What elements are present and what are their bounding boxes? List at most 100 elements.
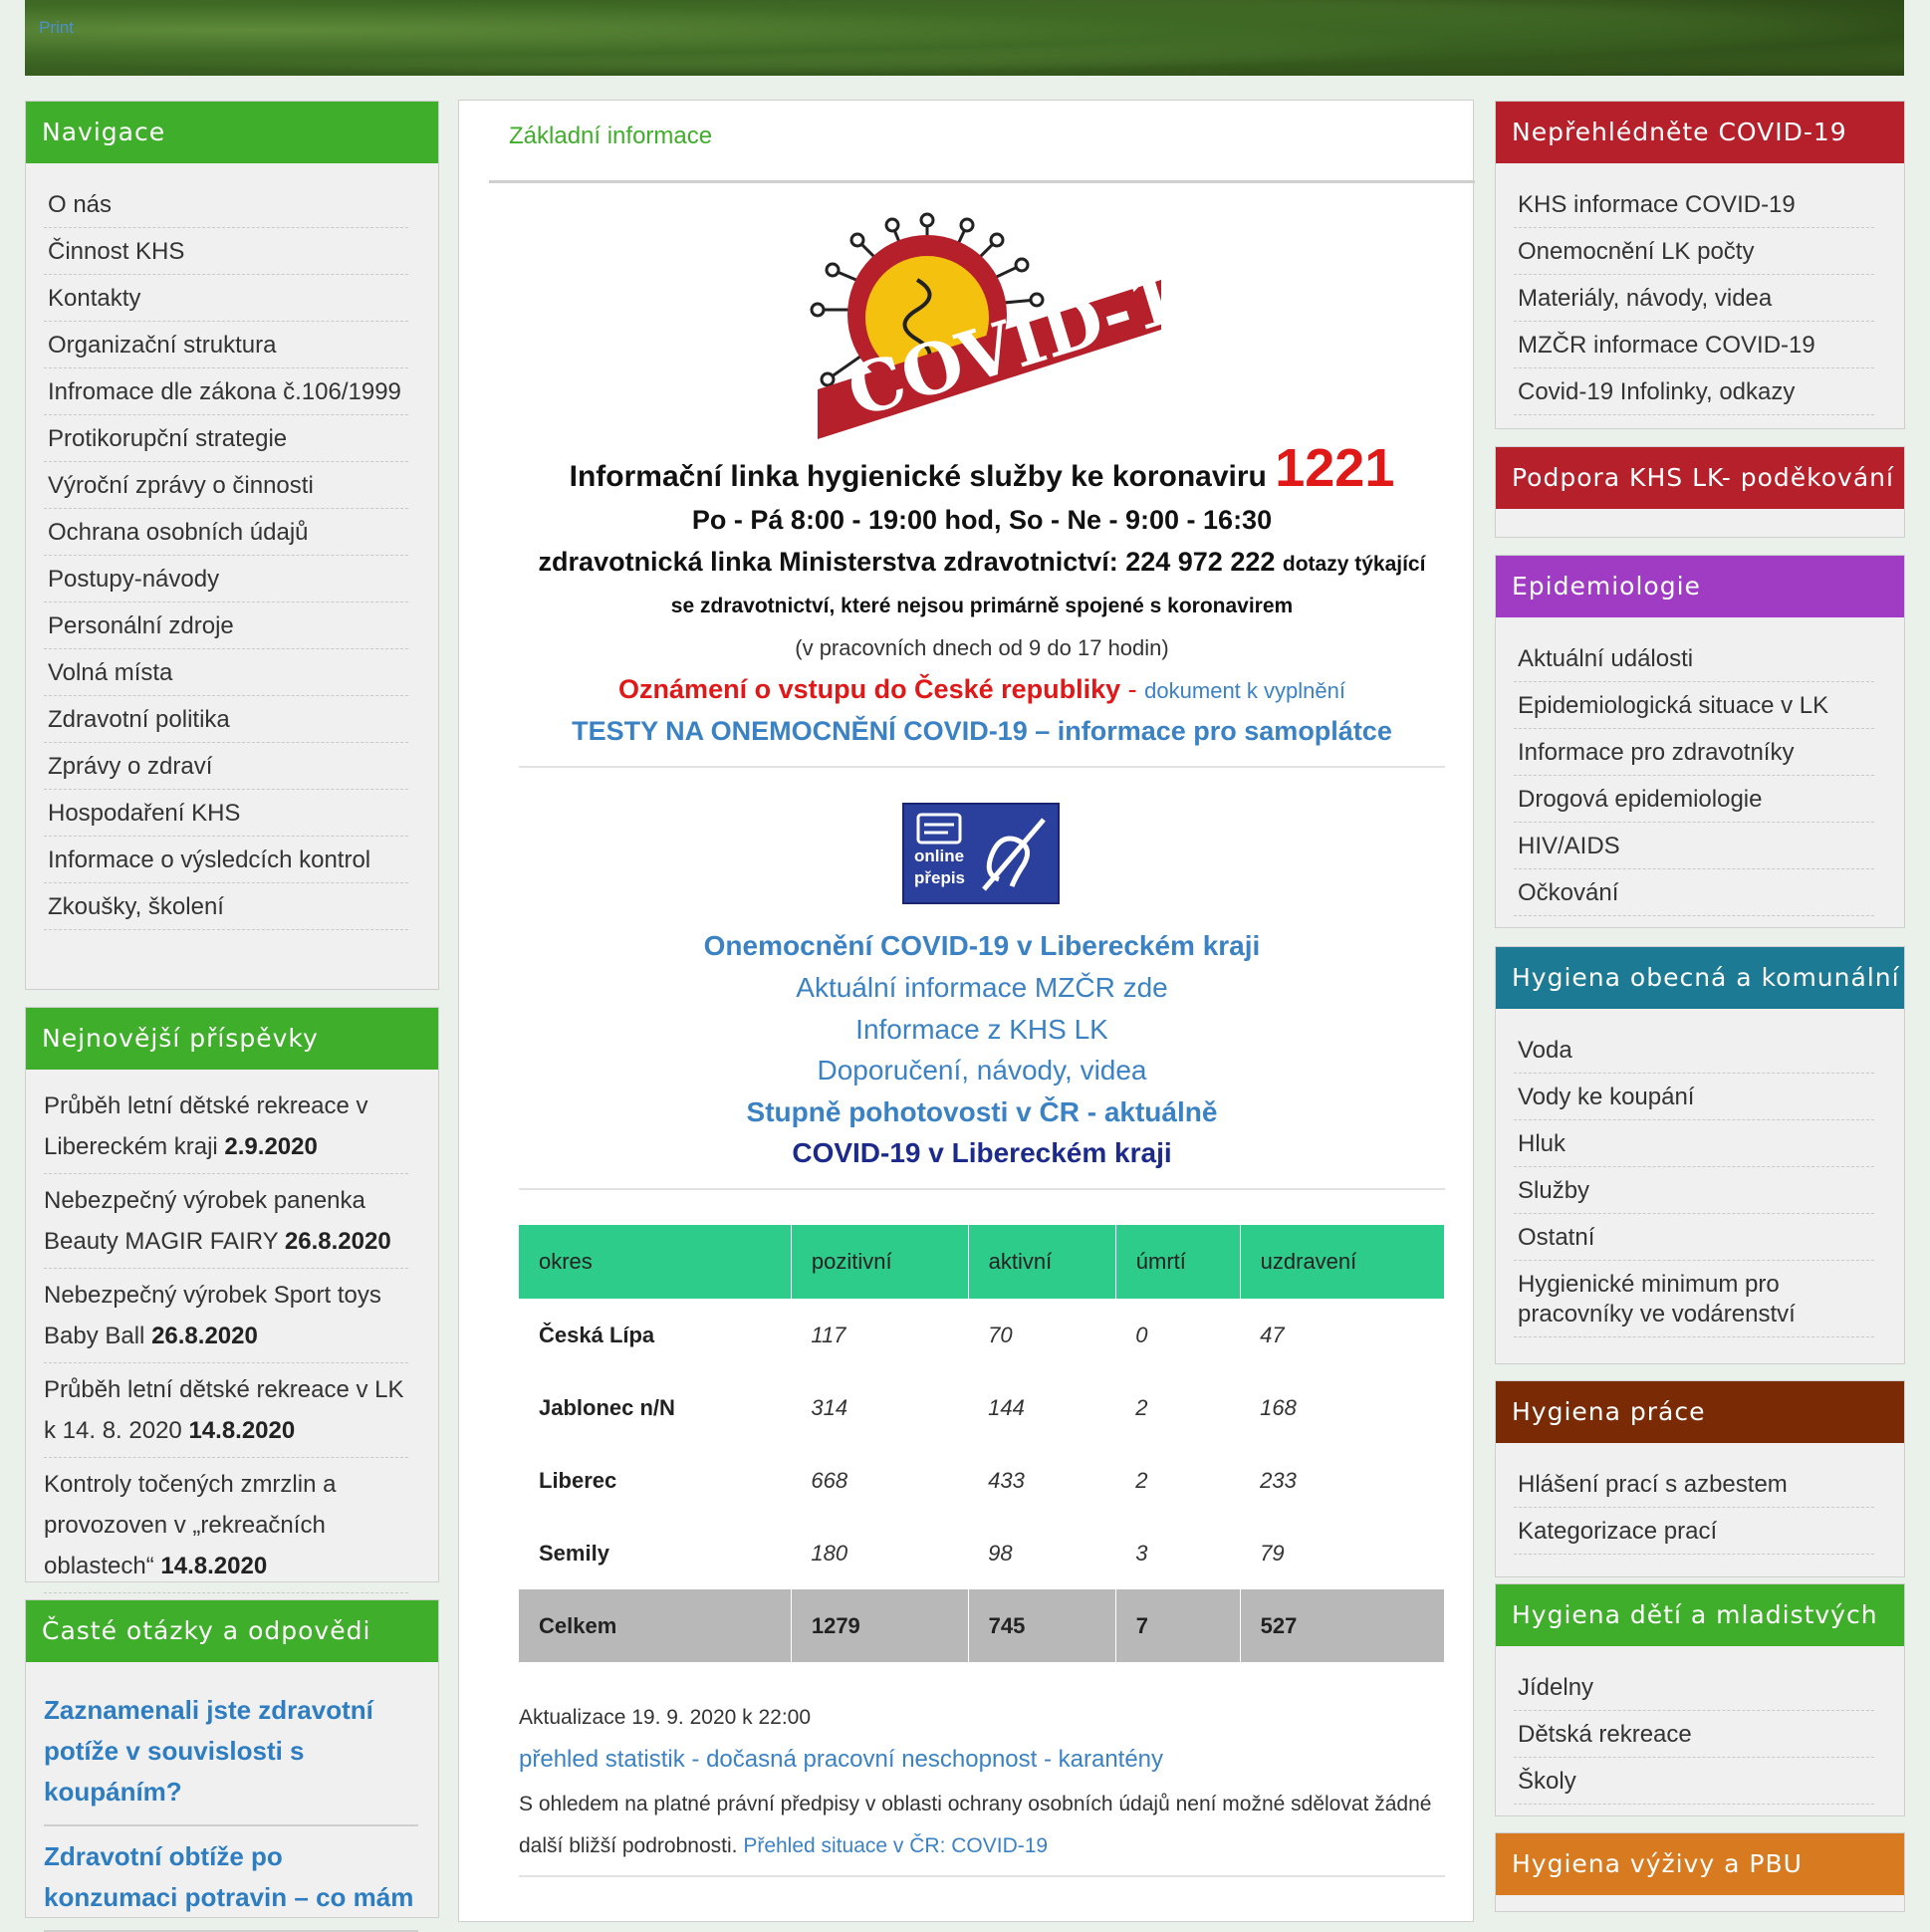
covid-link[interactable]: Covid-19 Infolinky, odkazy xyxy=(1514,368,1874,415)
link-covid-region[interactable]: COVID-19 v Libereckém kraji xyxy=(519,1137,1445,1169)
epidemiology-link[interactable]: Drogová epidemiologie xyxy=(1514,776,1874,823)
table-cell: 314 xyxy=(811,1394,848,1420)
epidemiology-panel: Epidemiologie Aktuální události Epidemiol… xyxy=(1495,555,1905,928)
nav-item[interactable]: Protikorupční strategie xyxy=(44,415,408,462)
hotline-hours: Po - Pá 8:00 - 19:00 hod, So - Ne - 9:00… xyxy=(691,505,1273,535)
covid-panel: Nepřehlédněte COVID-19 KHS informace COV… xyxy=(1495,101,1905,429)
link-alert-levels[interactable]: Stupně pohotovosti v ČR - aktuálně xyxy=(519,1096,1445,1128)
epidemiology-link[interactable]: Aktuální události xyxy=(1514,635,1874,682)
covid-stats-table: okres pozitivní aktivní úmrtí uzdravení Česk… xyxy=(519,1225,1446,1662)
news-item[interactable]: Nebezpečný výrobek panenka Beauty MAGIR … xyxy=(44,1174,408,1269)
print-link[interactable]: Print xyxy=(39,18,74,38)
entry-notice-line: Oznámení o vstupu do České republiky - d… xyxy=(519,674,1445,705)
link-mzcr-info[interactable]: Aktuální informace MZČR zde xyxy=(519,972,1445,1004)
nav-item[interactable]: Infromace dle zákona č.106/1999 xyxy=(44,368,408,415)
table-cell: 668 xyxy=(811,1467,848,1493)
epidemiology-list: Aktuální události Epidemiologická situace… xyxy=(1496,617,1904,924)
hotline-line: Informační linka hygienické služby ke ko… xyxy=(519,437,1445,499)
kids-hygiene-link[interactable]: Dětská rekreace xyxy=(1514,1711,1874,1758)
situation-link[interactable]: Přehled situace v ČR: COVID-19 xyxy=(743,1834,1048,1857)
epidemiology-link[interactable]: Očkování xyxy=(1514,869,1874,916)
nav-item[interactable]: Ochrana osobních údajů xyxy=(44,509,408,556)
hotline-label: Informační linka hygienické služby ke ko… xyxy=(569,460,1267,493)
table-header-cell: úmrtí xyxy=(1115,1225,1241,1299)
breadcrumb[interactable]: Základní informace xyxy=(509,122,712,150)
nav-item[interactable]: Volná místa xyxy=(44,649,408,696)
nutrition-panel: Hygiena výživy a PBU xyxy=(1495,1832,1905,1912)
table-cell: 98 xyxy=(988,1540,1013,1566)
covid-panel-title: Nepřehlédněte COVID-19 xyxy=(1496,102,1904,163)
support-panel-title[interactable]: Podpora KHS LK- poděkování xyxy=(1496,447,1904,509)
table-cell: 47 xyxy=(1260,1322,1285,1347)
faq-title: Časté otázky a odpovědi xyxy=(26,1600,438,1662)
link-covid-liberec[interactable]: Onemocnění COVID-19 v Libereckém kraji xyxy=(519,930,1445,962)
hygiene-title: Hygiena obecná a komunální xyxy=(1496,947,1904,1009)
kids-hygiene-panel: Hygiena dětí a mladistvých Jídelny Dětská… xyxy=(1495,1583,1905,1816)
nav-item[interactable]: Zprávy o zdraví xyxy=(44,743,408,790)
stats-overview-link[interactable]: přehled statistik - dočasná pracovní nes… xyxy=(519,1746,1163,1774)
nav-item[interactable]: Postupy-návody xyxy=(44,556,408,603)
faq-panel: Časté otázky a odpovědi Zaznamenali jste… xyxy=(25,1599,439,1932)
hygiene-link[interactable]: Hygienické minimum pro pracovníky ve vod… xyxy=(1514,1261,1874,1337)
covid-link[interactable]: Materiály, návody, videa xyxy=(1514,275,1874,322)
nav-item[interactable]: Personální zdroje xyxy=(44,603,408,649)
nav-item[interactable]: Organizační struktura xyxy=(44,322,408,368)
support-panel: Podpora KHS LK- poděkování xyxy=(1495,446,1905,538)
faq-item[interactable]: Zdravotní obtíže po konzumaci potravin –… xyxy=(44,1826,418,1932)
nav-item[interactable]: Výroční zprávy o činnosti xyxy=(44,462,408,509)
table-cell: 233 xyxy=(1260,1467,1297,1493)
table-header-row: okres pozitivní aktivní úmrtí uzdravení xyxy=(519,1225,1446,1299)
nav-item[interactable]: Zkoušky, školení xyxy=(44,883,408,930)
online-transcript-badge[interactable]: online přepis xyxy=(902,803,1060,904)
work-hygiene-link[interactable]: Kategorizace prací xyxy=(1514,1508,1874,1555)
hygiene-link[interactable]: Služby xyxy=(1514,1167,1874,1214)
nav-item[interactable]: Zdravotní politika xyxy=(44,696,408,743)
covid-link[interactable]: MZČR informace COVID-19 xyxy=(1514,322,1874,368)
entry-notice-link[interactable]: Oznámení o vstupu do České republiky xyxy=(618,674,1120,704)
nav-item[interactable]: Kontakty xyxy=(44,275,408,322)
kids-hygiene-list: Jídelny Dětská rekreace Školy xyxy=(1496,1646,1904,1812)
epidemiology-link[interactable]: Informace pro zdravotníky xyxy=(1514,729,1874,776)
faq-item[interactable]: Zaznamenali jste zdravotní potíže v souv… xyxy=(44,1680,418,1826)
update-timestamp: Aktualizace 19. 9. 2020 k 22:00 xyxy=(519,1706,812,1729)
news-date: 2.9.2020 xyxy=(224,1133,318,1160)
link-khs-info[interactable]: Informace z KHS LK xyxy=(519,1014,1445,1046)
nav-item[interactable]: Hospodaření KHS xyxy=(44,790,408,837)
hygiene-link[interactable]: Voda xyxy=(1514,1027,1874,1074)
news-item[interactable]: Průběh letní dětské rekreace v Liberecké… xyxy=(44,1080,408,1174)
news-item[interactable]: Nebezpečný výrobek Sport toys Baby Ball … xyxy=(44,1269,408,1363)
kids-hygiene-link[interactable]: Školy xyxy=(1514,1758,1874,1805)
entry-document-link[interactable]: dokument k vyplnění xyxy=(1144,678,1345,703)
epidemiology-link[interactable]: HIV/AIDS xyxy=(1514,823,1874,869)
table-header-cell: uzdravení xyxy=(1240,1225,1446,1299)
table-cell: Jablonec n/N xyxy=(539,1394,675,1420)
hygiene-link[interactable]: Ostatní xyxy=(1514,1214,1874,1261)
table-row: Semily 180 98 3 79 xyxy=(519,1517,1445,1589)
hygiene-link[interactable]: Vody ke koupání xyxy=(1514,1074,1874,1120)
work-hygiene-panel: Hygiena práce Hlášení prací s azbestem Ka… xyxy=(1495,1380,1905,1577)
news-item[interactable]: Kontroly točených zmrzlin a provozoven v… xyxy=(44,1458,408,1593)
table-cell: Liberec xyxy=(539,1467,617,1493)
table-cell: 70 xyxy=(988,1322,1013,1347)
news-date: 14.8.2020 xyxy=(160,1553,268,1579)
epidemiology-link[interactable]: Epidemiologická situace v LK xyxy=(1514,682,1874,729)
covid-link[interactable]: Onemocnění LK počty xyxy=(1514,228,1874,275)
work-hygiene-link[interactable]: Hlášení prací s azbestem xyxy=(1514,1461,1874,1508)
nav-item[interactable]: Informace o výsledcích kontrol xyxy=(44,837,408,883)
main-content: Základní informace COVID-19 Informační l… xyxy=(458,100,1475,1922)
covid-list: KHS informace COVID-19 Onemocnění LK počt… xyxy=(1496,163,1904,423)
nav-item[interactable]: O nás xyxy=(44,181,408,228)
epidemiology-title: Epidemiologie xyxy=(1496,556,1904,617)
news-date: 14.8.2020 xyxy=(188,1417,296,1444)
nav-item[interactable]: Činnost KHS xyxy=(44,228,408,275)
table-cell: 168 xyxy=(1260,1394,1297,1420)
hygiene-link[interactable]: Hluk xyxy=(1514,1120,1874,1167)
table-total-cell: 1279 xyxy=(791,1589,969,1662)
covid-link[interactable]: KHS informace COVID-19 xyxy=(1514,181,1874,228)
tests-link[interactable]: TESTY NA ONEMOCNĚNÍ COVID-19 – informace… xyxy=(519,716,1445,747)
link-recommendations[interactable]: Doporučení, návody, videa xyxy=(519,1055,1445,1087)
breadcrumb-divider xyxy=(489,180,1475,183)
kids-hygiene-link[interactable]: Jídelny xyxy=(1514,1664,1874,1711)
news-item[interactable]: Průběh letní dětské rekreace v LK k 14. … xyxy=(44,1363,408,1458)
table-cell: 144 xyxy=(988,1394,1025,1420)
